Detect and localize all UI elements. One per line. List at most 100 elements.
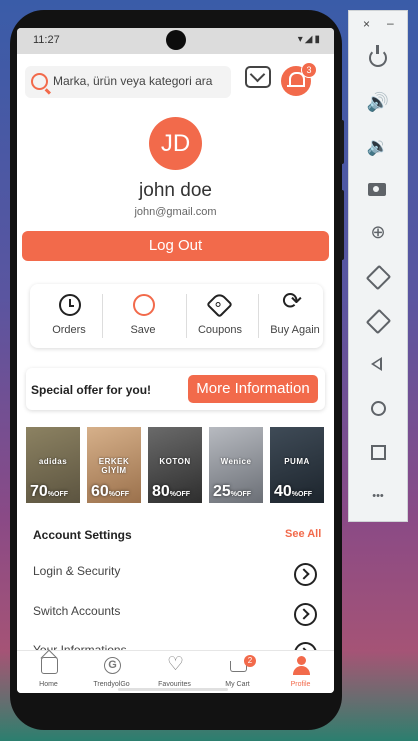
mail-icon[interactable] [245, 66, 271, 88]
more-icon: ••• [372, 490, 384, 502]
special-offer-banner: Special offer for you! More Information [26, 368, 325, 410]
brand-name: ERKEK GİYİM [98, 457, 130, 475]
status-bar: 11:27 ▾◢▮ [17, 28, 334, 54]
power-button[interactable] [365, 45, 391, 71]
search-placeholder: Marka, ürün veya kategori ara [53, 74, 213, 88]
save-icon [133, 294, 155, 316]
phone-volume-button [340, 190, 344, 260]
minimize-icon[interactable]: – [387, 16, 394, 30]
status-time: 11:27 [33, 34, 60, 46]
brand-card-wenice[interactable]: Wenice 25%OFF [209, 427, 263, 503]
rotate-right-button[interactable] [365, 307, 392, 335]
volume-down-button[interactable]: 🔉 [365, 133, 391, 159]
brand-name: PUMA [284, 457, 310, 466]
discount-unit: %OFF [108, 491, 130, 498]
bottom-navigation: Home G TrendyolGo ♡ Favourites 2 My Cart… [17, 650, 334, 693]
brand-card-puma[interactable]: PUMA 40%OFF [270, 427, 324, 503]
nav-trendyolgo[interactable]: G TrendyolGo [80, 651, 143, 693]
discount-unit: %OFF [47, 491, 69, 498]
nav-favourites[interactable]: ♡ Favourites [143, 651, 206, 693]
screenshot-button[interactable] [365, 176, 391, 202]
avatar: JD [149, 117, 202, 170]
save-action[interactable]: Save [108, 284, 178, 348]
bell-icon-base [287, 85, 305, 87]
buy-again-action[interactable]: ⟳ Buy Again [260, 284, 330, 348]
heart-icon: ♡ [167, 654, 185, 675]
go-icon: G [104, 657, 121, 674]
coupon-icon [206, 291, 233, 318]
brand-discount: 40%OFF [274, 483, 312, 501]
nav-label: Favourites [158, 681, 191, 688]
brand-name: KOTON [159, 457, 191, 466]
logout-button[interactable]: Log Out [22, 231, 329, 261]
back-button[interactable] [365, 351, 391, 377]
more-button[interactable]: ••• [365, 483, 391, 509]
search-icon [31, 73, 48, 90]
zoom-button[interactable]: ⊕ [365, 219, 391, 245]
gesture-bar[interactable] [118, 688, 228, 691]
search-input[interactable]: Marka, ürün veya kategori ara [25, 66, 231, 98]
front-camera [166, 30, 186, 50]
discount-unit: %OFF [169, 491, 191, 498]
home-icon [41, 657, 58, 674]
nav-label: Home [39, 681, 58, 688]
brand-name: Wenice [220, 457, 252, 466]
quick-actions: Orders Save Coupons ⟳ Buy Again [30, 284, 323, 348]
discount-unit: %OFF [230, 491, 252, 498]
brand-discount: 70%OFF [30, 483, 68, 501]
discount-value: 40 [274, 483, 292, 500]
discount-value: 80 [152, 483, 170, 500]
discount-value: 70 [30, 483, 48, 500]
notification-badge: 3 [301, 62, 317, 78]
discount-value: 60 [91, 483, 109, 500]
app-screen: 11:27 ▾◢▮ Marka, ürün veya kategori ara … [17, 28, 334, 693]
chevron-right-icon[interactable] [294, 603, 317, 626]
login-security-item[interactable]: Login & Security [33, 564, 120, 578]
divider [258, 294, 259, 338]
volume-up-button[interactable]: 🔊 [365, 89, 391, 115]
discount-unit: %OFF [291, 491, 313, 498]
volume-down-icon: 🔉 [366, 136, 390, 156]
orders-action[interactable]: Orders [34, 284, 104, 348]
nav-label: TrendyolGo [93, 681, 130, 688]
nav-profile[interactable]: Profile [269, 651, 332, 693]
overview-icon [371, 445, 386, 460]
brand-card-erkek[interactable]: ERKEK GİYİM 60%OFF [87, 427, 141, 503]
account-settings-title: Account Settings [33, 528, 132, 542]
orders-label: Orders [52, 324, 86, 336]
divider [102, 294, 103, 338]
cart-badge: 2 [244, 655, 256, 667]
more-information-button[interactable]: More Information [188, 375, 318, 403]
brand-discount: 25%OFF [213, 483, 251, 501]
brand-discount: 80%OFF [152, 483, 190, 501]
brand-card-adidas[interactable]: adidas 70%OFF [26, 427, 80, 503]
power-icon [369, 45, 387, 67]
profile-icon [291, 656, 311, 676]
rotate-left-button[interactable] [365, 263, 392, 291]
home-button[interactable] [365, 395, 391, 421]
coupons-action[interactable]: Coupons [185, 284, 255, 348]
brand-discount: 60%OFF [91, 483, 129, 501]
coupons-label: Coupons [197, 324, 243, 336]
discount-value: 25 [213, 483, 231, 500]
camera-icon [368, 183, 386, 196]
nav-label: Profile [290, 681, 311, 688]
user-email: john@gmail.com [134, 206, 217, 218]
overview-button[interactable] [365, 439, 391, 465]
see-all-link[interactable]: See All [285, 528, 321, 540]
phone-side-button [340, 120, 344, 164]
close-icon[interactable]: × [363, 17, 370, 31]
save-label: Save [130, 324, 156, 336]
clock-icon [59, 294, 81, 316]
brand-card-koton[interactable]: KOTON 80%OFF [148, 427, 202, 503]
brand-name: adidas [38, 457, 68, 466]
nav-home[interactable]: Home [17, 651, 80, 693]
nav-label: My Cart [225, 681, 250, 688]
switch-accounts-item[interactable]: Switch Accounts [33, 604, 120, 618]
refresh-icon: ⟳ [282, 288, 303, 315]
user-name: john doe [139, 180, 212, 201]
chevron-right-icon[interactable] [294, 563, 317, 586]
emulator-toolbar: × – 🔊 🔉 ⊕ ••• [348, 10, 408, 522]
zoom-icon: ⊕ [370, 222, 386, 242]
nav-my-cart[interactable]: 2 My Cart [206, 651, 269, 693]
